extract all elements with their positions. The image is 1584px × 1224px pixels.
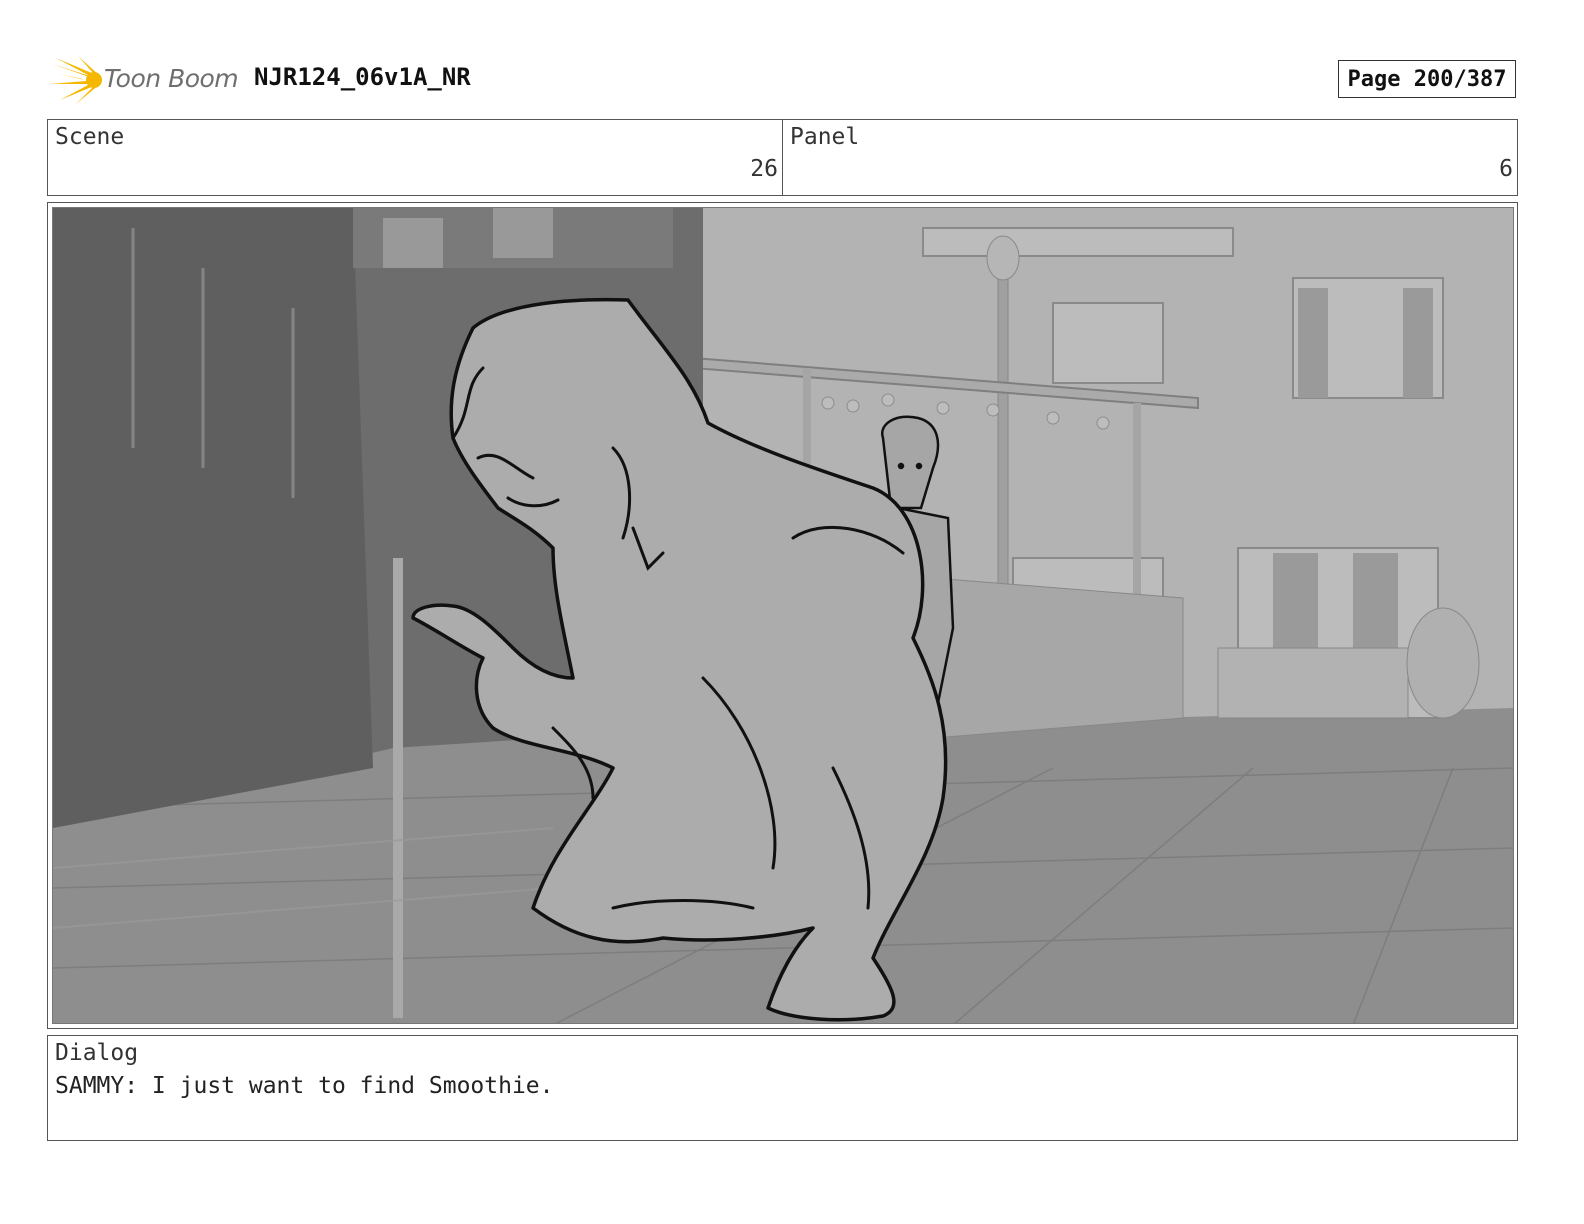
panel-cell: Panel 6 xyxy=(783,120,1517,195)
dialog-box: Dialog SAMMY: I just want to find Smooth… xyxy=(47,1035,1518,1141)
page-indicator: Page 200/387 xyxy=(1338,60,1516,98)
dialog-text: SAMMY: I just want to find Smoothie. xyxy=(55,1073,554,1099)
storyboard-drawing xyxy=(53,208,1513,1023)
scene-number: 26 xyxy=(750,156,778,182)
scene-panel-row: Scene 26 Panel 6 xyxy=(47,119,1518,196)
panel-label: Panel xyxy=(790,124,860,150)
scene-cell: Scene 26 xyxy=(48,120,783,195)
project-title: NJR124_06v1A_NR xyxy=(254,63,471,91)
storyboard-image xyxy=(52,207,1514,1024)
dialog-label: Dialog xyxy=(55,1040,139,1066)
panel-number: 6 xyxy=(1499,156,1513,182)
scene-label: Scene xyxy=(55,124,125,150)
logo-wordmark: Toon Boom xyxy=(104,64,239,93)
